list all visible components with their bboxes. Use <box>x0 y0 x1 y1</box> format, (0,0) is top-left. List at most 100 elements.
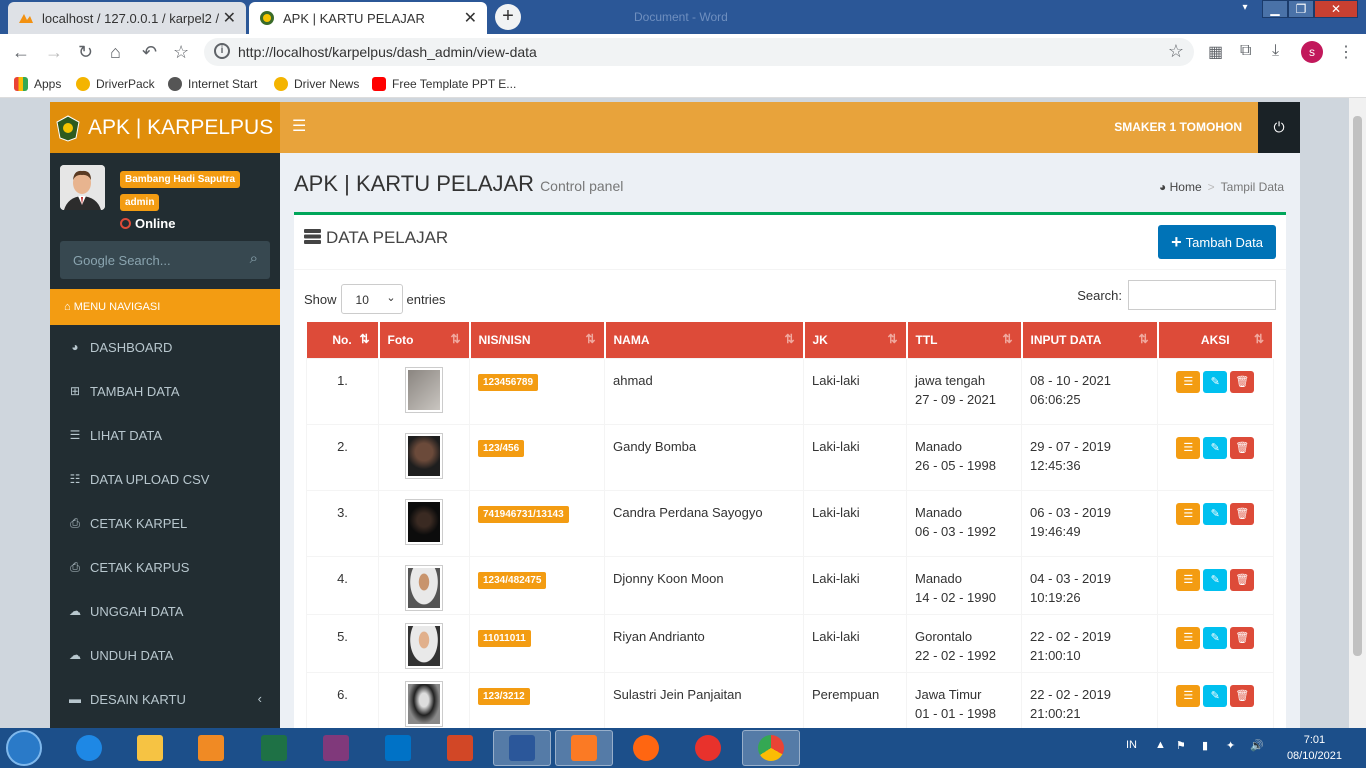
student-photo[interactable] <box>405 622 443 669</box>
delete-button[interactable]: 🗑 <box>1230 684 1255 707</box>
column-header-aksi[interactable]: AKSI ⇅ <box>1157 322 1274 358</box>
chrome-icon[interactable] <box>742 730 800 766</box>
word-icon[interactable] <box>493 730 551 766</box>
onenote-icon[interactable] <box>307 730 365 766</box>
crop-icon[interactable]: ⧉ <box>1240 42 1251 60</box>
explorer-icon[interactable] <box>121 730 179 766</box>
student-photo[interactable] <box>405 498 443 545</box>
ie-icon[interactable] <box>60 730 118 766</box>
volume-icon[interactable]: 🔊 <box>1250 739 1264 752</box>
reload-icon[interactable]: ↻ <box>78 42 93 63</box>
column-header-ttl[interactable]: TTL ⇅ <box>906 322 1023 358</box>
search-icon[interactable]: ⌕ <box>250 250 258 267</box>
sidebar-item-data-upload-csv[interactable]: ☷ DATA UPLOAD CSV <box>50 457 280 501</box>
undo-icon[interactable]: ↶ <box>142 42 157 63</box>
profile-avatar[interactable]: s <box>1301 41 1323 63</box>
back-icon[interactable]: ← <box>12 42 30 63</box>
new-tab-button[interactable]: + <box>495 4 521 30</box>
bookmark-star-icon[interactable]: ☆ <box>173 42 189 63</box>
sidebar-item-cetak-karpus[interactable]: ⎙ CETAK KARPUS <box>50 545 280 589</box>
powerpoint-icon[interactable] <box>431 730 489 766</box>
close-window-button[interactable]: ✕ <box>1314 0 1358 18</box>
column-header-jk[interactable]: JK ⇅ <box>803 322 908 358</box>
detail-button[interactable]: ☰ <box>1176 502 1201 525</box>
sidebar-item-desain-kartu[interactable]: ▬ DESAIN KARTU ‹ <box>50 677 280 721</box>
minimize-button[interactable]: ▁ <box>1262 0 1288 18</box>
system-clock[interactable]: 7:01 08/10/2021 <box>1287 732 1342 764</box>
edit-button[interactable]: ✎ <box>1203 684 1228 707</box>
notification-icon[interactable]: ✦ <box>1226 739 1235 752</box>
menu-dots-icon[interactable]: ⋮ <box>1338 42 1354 62</box>
student-photo[interactable] <box>405 366 443 413</box>
start-button[interactable] <box>6 730 42 766</box>
table-search-input[interactable] <box>1128 280 1276 310</box>
delete-button[interactable]: 🗑 <box>1230 502 1255 525</box>
edit-button[interactable]: ✎ <box>1203 436 1228 459</box>
tab-phpmyadmin[interactable]: localhost / 127.0.0.1 / karpel2 / u ✕ <box>8 2 246 34</box>
close-tab-icon[interactable]: ✕ <box>464 8 477 28</box>
detail-button[interactable]: ☰ <box>1176 370 1201 393</box>
student-photo[interactable] <box>405 564 443 611</box>
detail-button[interactable]: ☰ <box>1176 626 1201 649</box>
page-scrollbar[interactable] <box>1349 98 1366 728</box>
sidebar-search-input[interactable] <box>60 241 230 279</box>
student-photo[interactable] <box>405 680 443 727</box>
column-header-nis[interactable]: NIS/NISN ⇅ <box>469 322 606 358</box>
bookmark-page-icon[interactable]: ☆ <box>1168 41 1184 62</box>
media-player-icon[interactable] <box>182 730 240 766</box>
sidebar-item-dashboard[interactable]: ◕ DASHBOARD <box>50 325 280 369</box>
power-icon[interactable]: ⏻ <box>1258 102 1300 153</box>
show-hidden-icons-icon[interactable]: ▲ <box>1155 739 1166 751</box>
app-icon[interactable] <box>679 730 737 766</box>
column-header-no[interactable]: No. ⇅ <box>306 322 380 358</box>
column-header-nama[interactable]: NAMA ⇅ <box>604 322 805 358</box>
edit-button[interactable]: ✎ <box>1203 370 1228 393</box>
network-icon[interactable]: ⚑ <box>1176 739 1186 752</box>
home-icon[interactable]: ⌂ <box>110 42 121 63</box>
delete-button[interactable]: 🗑 <box>1230 436 1255 459</box>
sidebar-item-tambah-data[interactable]: ⊞ TAMBAH DATA <box>50 369 280 413</box>
outlook-icon[interactable] <box>369 730 427 766</box>
scrollbar-thumb[interactable] <box>1353 116 1362 656</box>
detail-button[interactable]: ☰ <box>1176 568 1201 591</box>
sidebar-item-cetak-karpel[interactable]: ⎙ CETAK KARPEL <box>50 501 280 545</box>
battery-icon[interactable]: ▮ <box>1202 739 1208 752</box>
forward-icon[interactable]: → <box>45 42 63 63</box>
breadcrumb-home[interactable]: Home <box>1170 180 1202 194</box>
address-bar[interactable]: i http://localhost/karpelpus/dash_admin/… <box>204 38 1194 66</box>
extensions-icon[interactable]: ▦ <box>1208 42 1223 62</box>
site-info-icon[interactable]: i <box>214 43 230 59</box>
excel-icon[interactable] <box>245 730 303 766</box>
sidebar-item-lihat-data[interactable]: ☰ LIHAT DATA <box>50 413 280 457</box>
edit-button[interactable]: ✎ <box>1203 568 1228 591</box>
sidebar-item-unggah-data[interactable]: ☁ UNGGAH DATA <box>50 589 280 633</box>
entries-select[interactable]: 10 ⌄ <box>340 284 403 314</box>
download-icon[interactable]: ⤓ <box>1272 42 1279 60</box>
close-tab-icon[interactable]: ✕ <box>223 8 236 28</box>
column-header-input-data[interactable]: INPUT DATA ⇅ <box>1021 322 1159 358</box>
sidebar-toggle-icon[interactable]: ☰ <box>292 116 306 136</box>
logo[interactable]: APK | KARPELPUS <box>50 102 280 153</box>
column-header-foto[interactable]: Foto ⇅ <box>378 322 471 358</box>
tab-search-icon[interactable]: ▾ <box>1240 0 1250 18</box>
detail-button[interactable]: ☰ <box>1176 684 1201 707</box>
bookmark-internet-start[interactable]: Internet Start <box>168 77 257 91</box>
language-indicator[interactable]: IN <box>1126 739 1137 751</box>
bookmark-apps[interactable]: Apps <box>14 77 61 91</box>
xampp-icon[interactable] <box>555 730 613 766</box>
edit-button[interactable]: ✎ <box>1203 626 1228 649</box>
delete-button[interactable]: 🗑 <box>1230 626 1255 649</box>
tab-kartu-pelajar[interactable]: APK | KARTU PELAJAR ✕ <box>249 2 487 34</box>
bookmark-driverpack[interactable]: DriverPack <box>76 77 155 91</box>
bookmark-driver-news[interactable]: Driver News <box>274 77 359 91</box>
sidebar-item-unduh-data[interactable]: ☁ UNDUH DATA <box>50 633 280 677</box>
maximize-button[interactable]: ❐ <box>1288 0 1314 18</box>
detail-button[interactable]: ☰ <box>1176 436 1201 459</box>
student-photo[interactable] <box>405 432 443 479</box>
delete-button[interactable]: 🗑 <box>1230 370 1255 393</box>
url-text[interactable]: http://localhost/karpelpus/dash_admin/vi… <box>238 44 537 60</box>
firefox-icon[interactable] <box>617 730 675 766</box>
add-data-button[interactable]: + Tambah Data <box>1158 225 1276 259</box>
edit-button[interactable]: ✎ <box>1203 502 1228 525</box>
delete-button[interactable]: 🗑 <box>1230 568 1255 591</box>
